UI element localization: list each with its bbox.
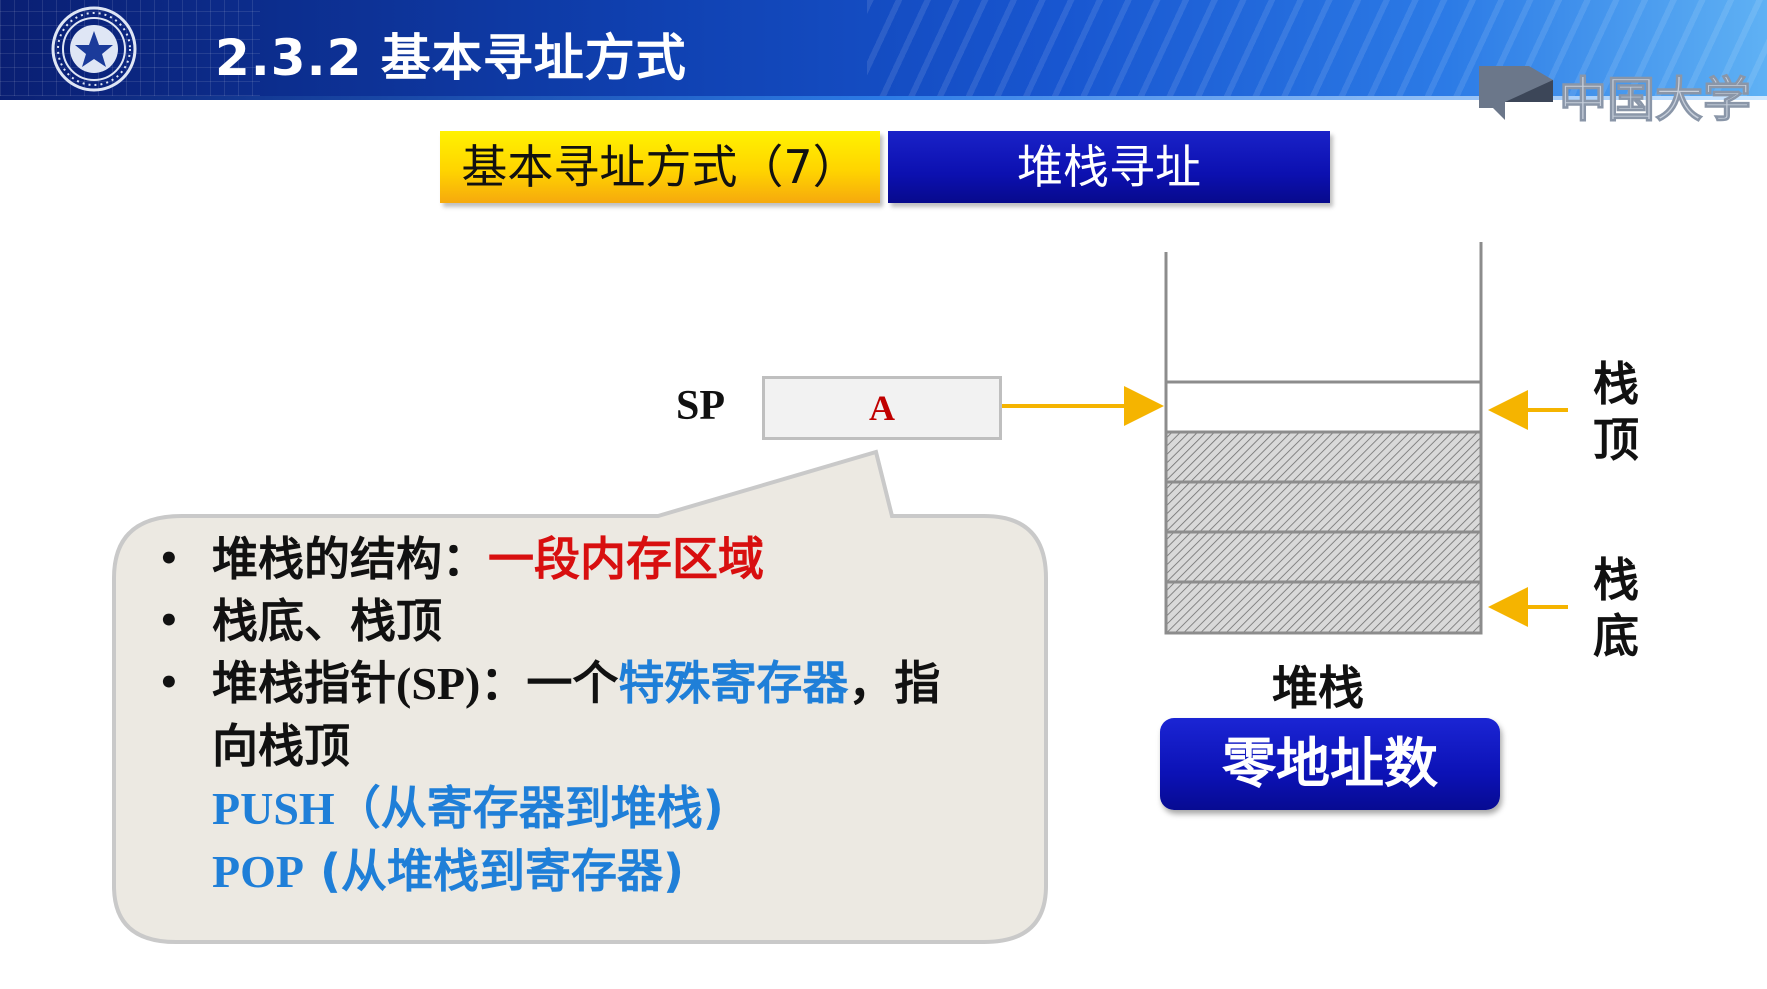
pop-keyword: POP — [212, 846, 304, 897]
callout-content: • 堆栈的结构：一段内存区域 • 栈底、栈顶 • 堆栈指针(SP)：一个特殊寄存… — [150, 528, 1050, 903]
special-register-highlight: 特殊寄存器 — [618, 656, 849, 710]
pop-line: POP (从堆栈到寄存器) — [150, 840, 1050, 903]
push-keyword: PUSH — [212, 783, 335, 834]
stack-ends-text: 栈底、栈顶 — [212, 594, 442, 648]
bullet-dot: • — [158, 539, 180, 579]
memory-region-highlight: 一段内存区域 — [488, 532, 764, 586]
stack-pointer-suffix: ，指 — [848, 656, 941, 710]
stack-pointer-line2: 向栈顶 — [212, 719, 350, 773]
bullet-stack-structure: • 堆栈的结构：一段内存区域 — [150, 528, 1050, 590]
bullet-stack-pointer: • 堆栈指针(SP)：一个特殊寄存器，指 — [150, 652, 1050, 715]
bullet-dot: • — [158, 601, 180, 641]
stack-pointer-mid: ：一个 — [480, 656, 619, 710]
push-description: （从寄存器到堆栈) — [334, 781, 724, 835]
push-line: PUSH（从寄存器到堆栈) — [150, 777, 1050, 840]
pop-description: (从堆栈到寄存器) — [320, 844, 685, 898]
bullet-dot: • — [158, 663, 180, 703]
stack-pointer-abbrev: (SP) — [396, 658, 481, 709]
stack-structure-label: 堆栈的结构： — [212, 532, 488, 586]
stack-pointer-label: 堆栈指针 — [212, 656, 396, 710]
bullet-stack-ends: • 栈底、栈顶 — [150, 590, 1050, 652]
